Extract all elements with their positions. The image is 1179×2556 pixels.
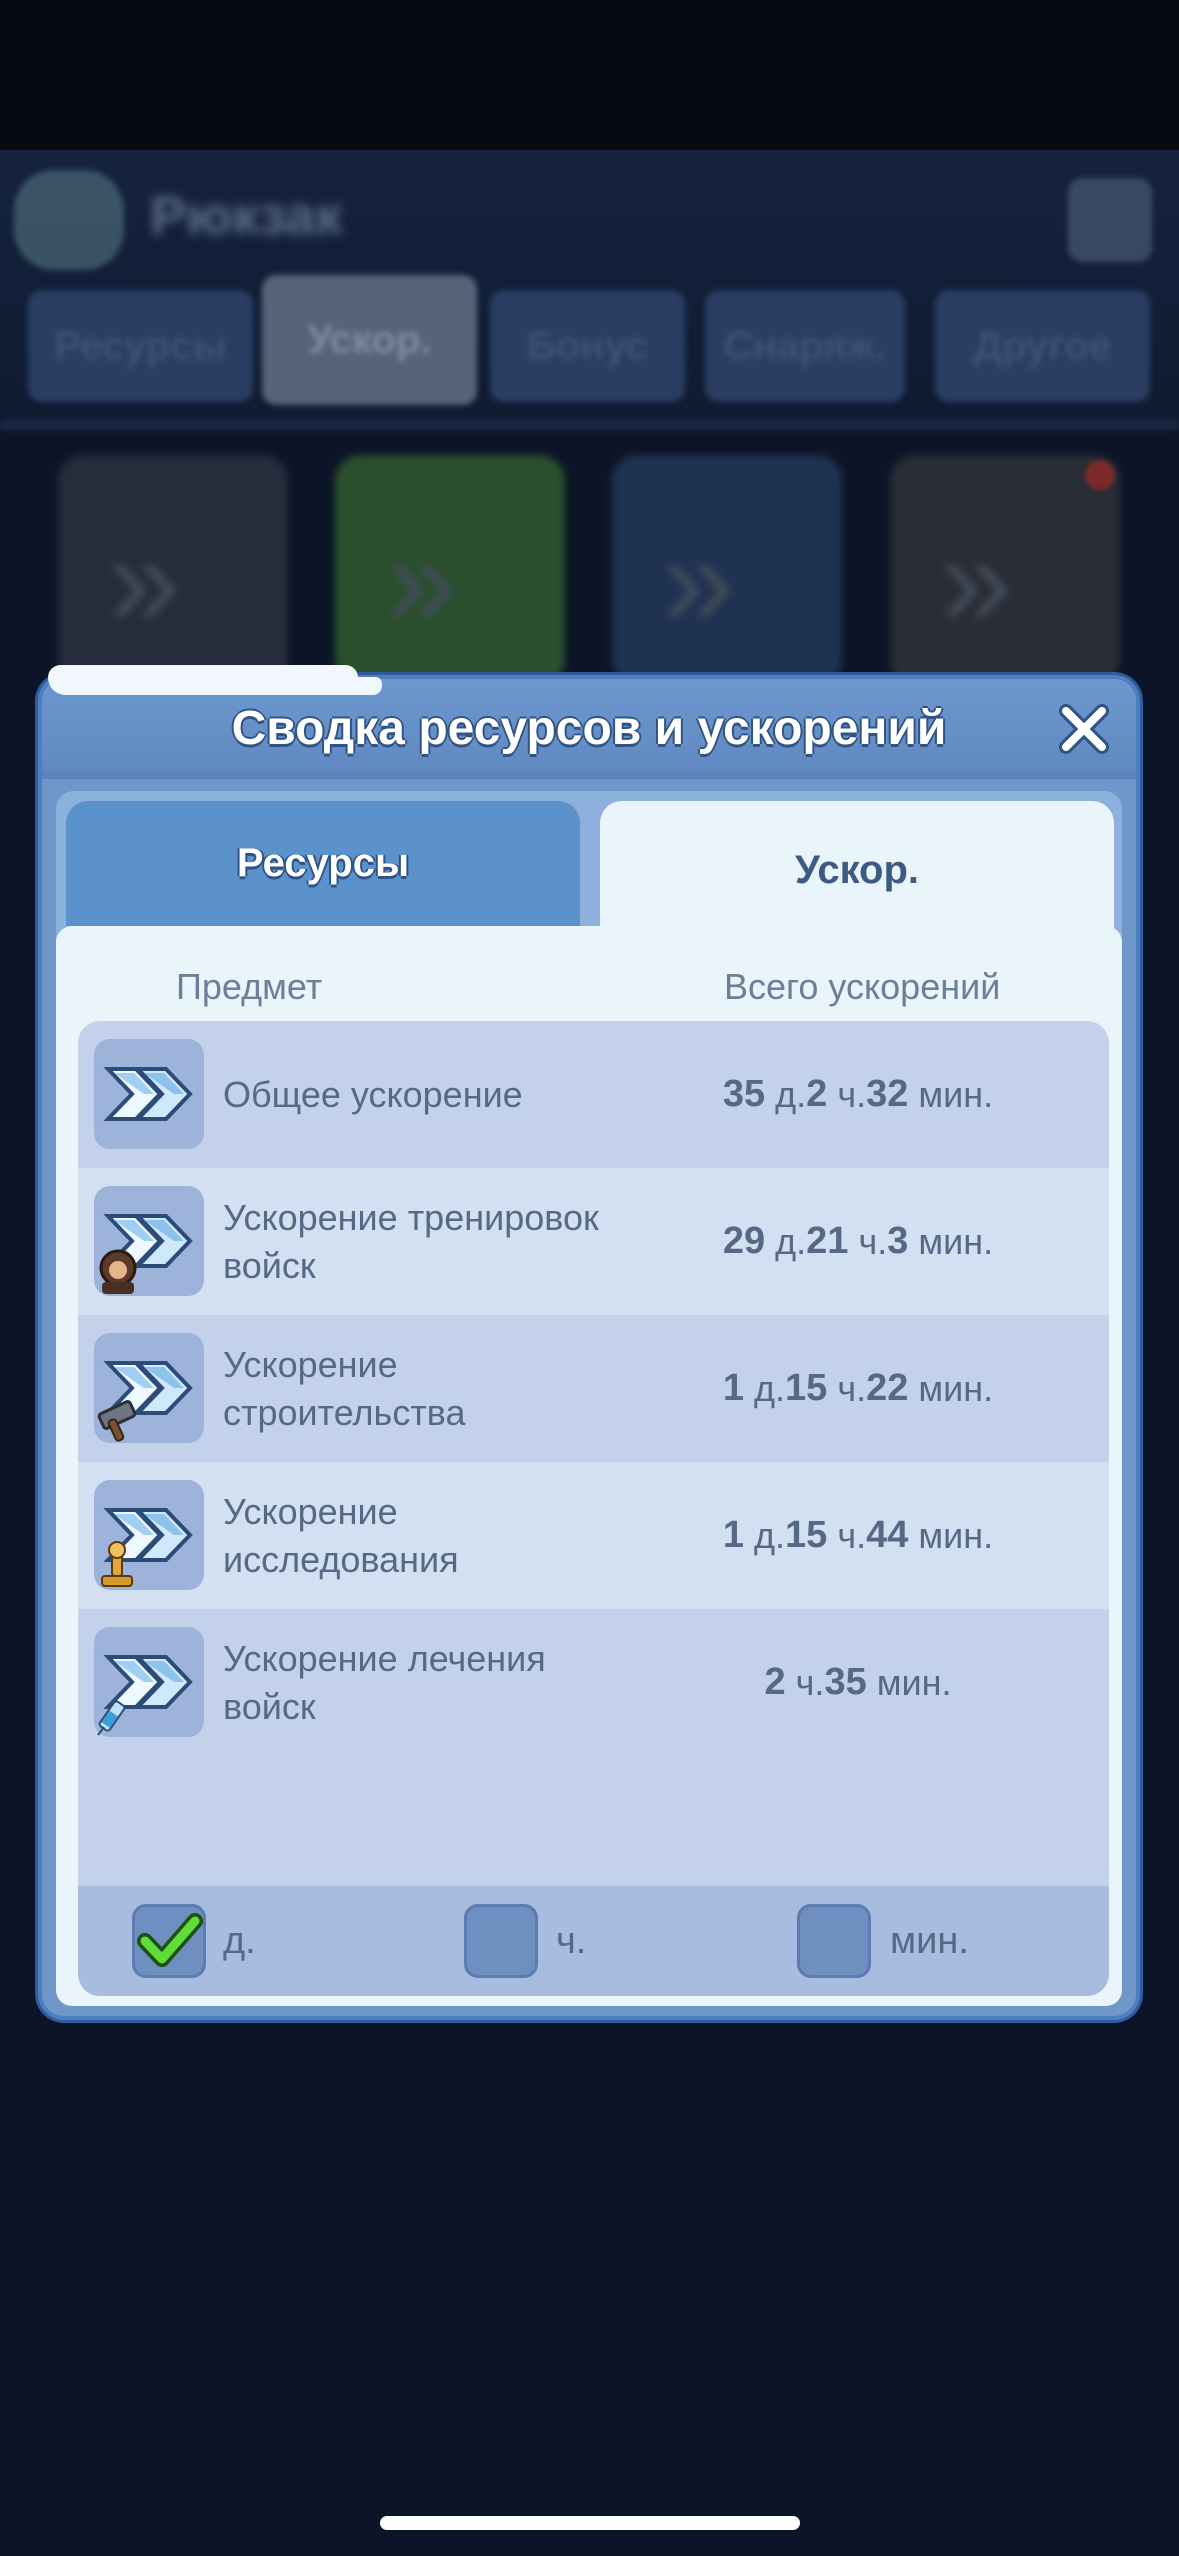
tab-speedups[interactable]: Ускор. — [600, 801, 1114, 939]
row-label: Ускорение исследования — [223, 1490, 459, 1580]
general-speedup-icon — [94, 1039, 204, 1149]
row-label: Ускорение строительства — [223, 1343, 466, 1433]
tab-resources[interactable]: Ресурсы — [66, 801, 580, 926]
snow-decoration — [48, 665, 358, 695]
checkmark-icon — [137, 1913, 203, 1967]
filter-days-label: д. — [223, 1919, 256, 1962]
filter-minutes-checkbox[interactable] — [797, 1904, 871, 1978]
row-label: Ускорение лечения войск — [223, 1637, 546, 1727]
background-item-card: » — [890, 455, 1120, 685]
list-item: Общее ускорение 35 д. 2 ч. 32 мин. — [78, 1021, 1109, 1168]
filter-minutes-label: мин. — [890, 1919, 969, 1962]
list-item: Ускорение лечения войск 2 ч. 35 мин. — [78, 1609, 1109, 1756]
home-indicator[interactable] — [380, 2516, 800, 2530]
row-label: Общее ускорение — [223, 1073, 523, 1115]
background-tab-bonus: Бонус — [490, 290, 685, 402]
row-label: Ускорение тренировок войск — [223, 1196, 599, 1286]
background-tab-resources: Ресурсы — [28, 290, 253, 402]
row-value: 1 д. 15 ч. 22 мин. — [722, 1367, 994, 1409]
background-item-card: » — [335, 455, 565, 685]
column-header-item: Предмет — [176, 966, 323, 1007]
row-value: 1 д. 15 ч. 44 мин. — [722, 1514, 994, 1556]
training-speedup-icon — [94, 1186, 204, 1296]
row-value: 29 д. 21 ч. 3 мин. — [722, 1220, 994, 1262]
modal-title: Сводка ресурсов и ускорений — [231, 702, 947, 755]
background-item-card: » — [58, 455, 288, 685]
list-item: Ускорение строительства 1 д. 15 ч. 22 мин. — [78, 1315, 1109, 1462]
healing-speedup-icon — [94, 1627, 204, 1737]
speedups-list: Общее ускорение 35 д. 2 ч. 32 мин. Ускор… — [78, 1021, 1109, 1996]
home-icon — [1068, 178, 1152, 262]
background-item-card: » — [612, 455, 842, 685]
filter-hours-label: ч. — [556, 1919, 587, 1962]
backpack-icon — [14, 170, 124, 270]
close-icon — [1059, 704, 1109, 754]
filter-days-checkbox[interactable] — [132, 1904, 206, 1978]
construction-speedup-icon — [94, 1333, 204, 1443]
research-speedup-icon — [94, 1480, 204, 1590]
notification-badge — [1085, 460, 1115, 490]
background-tab-boosts: Ускор. — [262, 275, 477, 405]
column-header-total: Всего ускорений — [724, 966, 1001, 1007]
close-button[interactable] — [1054, 699, 1114, 759]
speedups-panel: Предмет Всего ускорений Общее ускорение — [56, 926, 1122, 2006]
background-divider — [0, 420, 1179, 430]
background-tab-other: Другое — [935, 290, 1150, 402]
list-item: Ускорение тренировок войск 29 д. 21 ч. 3 м… — [78, 1168, 1109, 1315]
status-bar-area — [0, 0, 1179, 150]
row-value: 2 ч. 35 мин. — [764, 1661, 952, 1703]
list-item: Ускорение исследования 1 д. 15 ч. 44 мин. — [78, 1462, 1109, 1609]
filter-hours-checkbox[interactable] — [464, 1904, 538, 1978]
row-value: 35 д. 2 ч. 32 мин. — [722, 1073, 994, 1115]
unit-filter-bar: д. ч. мин. — [78, 1886, 1109, 1996]
background-title: Рюкзак — [150, 186, 343, 246]
summary-modal: Сводка ресурсов и ускорений Ресурсы Уско… — [38, 665, 1140, 2020]
background-tab-gear: Снаряж. — [705, 290, 905, 402]
modal-body: Ресурсы Ускор. Предмет Всего ускорений О… — [56, 791, 1122, 2006]
